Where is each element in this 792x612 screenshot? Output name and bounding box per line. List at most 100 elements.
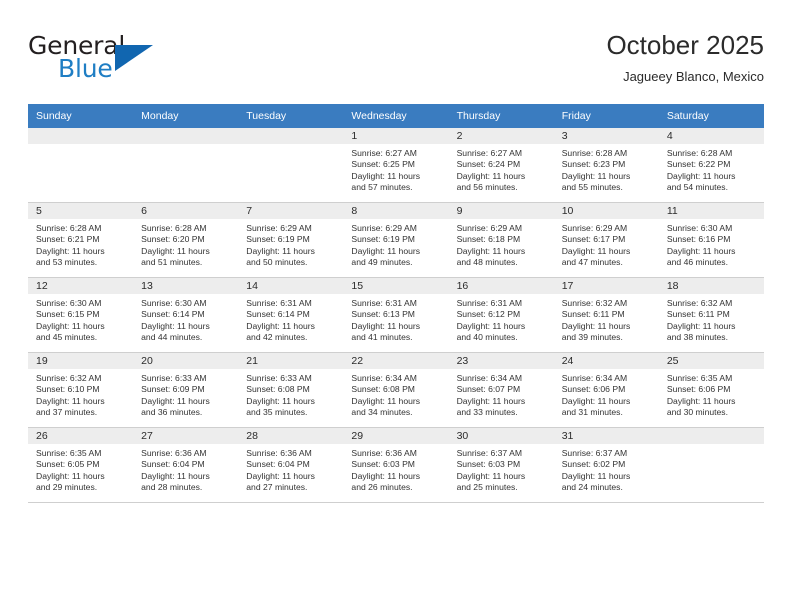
calendar-day-cell[interactable]: 3 Sunrise: 6:28 AM Sunset: 6:23 PM Daylight… xyxy=(553,128,659,203)
day-cell-inner: 27 Sunrise: 6:36 AM Sunset: 6:04 PM Dayligh… xyxy=(133,428,239,502)
calendar-day-cell[interactable]: 11 Sunrise: 6:30 AM Sunset: 6:16 PM Dayligh… xyxy=(658,202,764,278)
day-sunset-text: Sunset: 6:06 PM xyxy=(666,384,731,395)
day-number: 3 xyxy=(553,128,659,144)
calendar-day-cell[interactable]: 5 Sunrise: 6:28 AM Sunset: 6:21 PM Daylight… xyxy=(28,202,134,278)
day-sunset-text: Sunset: 6:11 PM xyxy=(561,309,625,320)
calendar-day-cell[interactable]: 20 Sunrise: 6:33 AM Sunset: 6:09 PM Dayligh… xyxy=(133,352,239,428)
calendar-day-cell[interactable]: 29 Sunrise: 6:36 AM Sunset: 6:03 PM Dayligh… xyxy=(343,427,449,503)
day-daylight-line1-text: Daylight: 11 hours xyxy=(36,470,105,481)
day-daylight-line2-text: and 54 minutes. xyxy=(666,182,728,193)
day-cell-details: Sunrise: 6:36 AM Sunset: 6:03 PM Daylight:… xyxy=(343,444,448,494)
calendar-day-cell[interactable]: 10 Sunrise: 6:29 AM Sunset: 6:17 PM Dayligh… xyxy=(553,202,659,278)
day-sunrise-text: Sunrise: 6:35 AM xyxy=(36,448,102,458)
day-sunrise-text: Sunrise: 6:36 AM xyxy=(351,448,417,458)
day-sunset-text: Sunset: 6:07 PM xyxy=(456,384,521,395)
day-sunset-text: Sunset: 6:20 PM xyxy=(141,234,205,245)
day-number: 1 xyxy=(343,128,449,144)
calendar-day-cell[interactable]: 1 Sunrise: 6:27 AM Sunset: 6:25 PM Daylight… xyxy=(343,128,449,203)
day-number: 5 xyxy=(28,203,134,219)
day-sunrise-text: Sunrise: 6:30 AM xyxy=(141,298,207,308)
day-sunset-text: Sunset: 6:15 PM xyxy=(36,309,100,320)
day-daylight-line2-text: and 55 minutes. xyxy=(561,182,623,193)
calendar-day-cell[interactable]: 13 Sunrise: 6:30 AM Sunset: 6:14 PM Dayligh… xyxy=(133,277,239,353)
page-header: General Blue October 2025 Jagueey Blanco… xyxy=(28,28,764,98)
day-cell-inner: 20 Sunrise: 6:33 AM Sunset: 6:09 PM Dayligh… xyxy=(133,353,239,427)
day-daylight-line2-text: and 46 minutes. xyxy=(666,257,728,268)
day-number xyxy=(133,128,239,144)
calendar-day-cell[interactable]: 23 Sunrise: 6:34 AM Sunset: 6:07 PM Dayligh… xyxy=(448,352,554,428)
calendar-day-cell[interactable]: 9 Sunrise: 6:29 AM Sunset: 6:18 PM Daylight… xyxy=(448,202,554,278)
day-cell-inner: 23 Sunrise: 6:34 AM Sunset: 6:07 PM Dayligh… xyxy=(448,353,554,427)
calendar-day-cell[interactable]: 8 Sunrise: 6:29 AM Sunset: 6:19 PM Daylight… xyxy=(343,202,449,278)
day-sunset-text: Sunset: 6:22 PM xyxy=(666,159,731,170)
day-cell-inner: 19 Sunrise: 6:32 AM Sunset: 6:10 PM Dayligh… xyxy=(28,353,134,427)
day-sunset-text: Sunset: 6:08 PM xyxy=(351,384,415,395)
calendar-day-cell[interactable]: 22 Sunrise: 6:34 AM Sunset: 6:08 PM Dayligh… xyxy=(343,352,449,428)
day-daylight-line2-text: and 48 minutes. xyxy=(456,257,518,268)
day-sunrise-text: Sunrise: 6:31 AM xyxy=(246,298,312,308)
calendar-day-cell[interactable]: 19 Sunrise: 6:32 AM Sunset: 6:10 PM Dayligh… xyxy=(28,352,134,428)
calendar-day-cell[interactable]: 26 Sunrise: 6:35 AM Sunset: 6:05 PM Dayligh… xyxy=(28,427,134,503)
calendar-day-cell[interactable]: 6 Sunrise: 6:28 AM Sunset: 6:20 PM Daylight… xyxy=(133,202,239,278)
weekday-header-sunday: Sunday xyxy=(28,104,134,128)
calendar-day-cell[interactable]: 17 Sunrise: 6:32 AM Sunset: 6:11 PM Dayligh… xyxy=(553,277,659,353)
day-daylight-line2-text: and 42 minutes. xyxy=(246,332,308,343)
day-daylight-line1-text: Daylight: 11 hours xyxy=(351,245,421,256)
day-sunrise-text: Sunrise: 6:30 AM xyxy=(666,223,733,233)
day-number: 9 xyxy=(448,203,554,219)
day-daylight-line2-text: and 57 minutes. xyxy=(351,182,413,193)
day-sunset-text: Sunset: 6:02 PM xyxy=(561,459,626,470)
calendar-day-cell[interactable]: 30 Sunrise: 6:37 AM Sunset: 6:03 PM Dayligh… xyxy=(448,427,554,503)
day-cell-inner: 25 Sunrise: 6:35 AM Sunset: 6:06 PM Dayligh… xyxy=(658,353,764,427)
logo-text-blue: Blue xyxy=(58,54,113,83)
day-daylight-line1-text: Daylight: 11 hours xyxy=(561,245,631,256)
day-daylight-line1-text: Daylight: 11 hours xyxy=(36,395,105,406)
day-cell-details: Sunrise: 6:31 AM Sunset: 6:13 PM Daylight:… xyxy=(343,294,448,344)
day-sunset-text: Sunset: 6:11 PM xyxy=(666,309,730,320)
day-sunset-text: Sunset: 6:23 PM xyxy=(561,159,626,170)
calendar-day-cell[interactable]: 15 Sunrise: 6:31 AM Sunset: 6:13 PM Dayligh… xyxy=(343,277,449,353)
calendar-day-cell[interactable]: 16 Sunrise: 6:31 AM Sunset: 6:12 PM Dayligh… xyxy=(448,277,554,353)
calendar-day-cell[interactable]: 28 Sunrise: 6:36 AM Sunset: 6:04 PM Dayligh… xyxy=(238,427,344,503)
calendar-day-cell[interactable]: 2 Sunrise: 6:27 AM Sunset: 6:24 PM Daylight… xyxy=(448,128,554,203)
calendar-day-cell[interactable]: 18 Sunrise: 6:32 AM Sunset: 6:11 PM Dayligh… xyxy=(658,277,764,353)
calendar-day-cell[interactable]: 4 Sunrise: 6:28 AM Sunset: 6:22 PM Daylight… xyxy=(658,128,764,203)
day-daylight-line2-text: and 36 minutes. xyxy=(141,407,203,418)
day-cell-inner: 13 Sunrise: 6:30 AM Sunset: 6:14 PM Dayligh… xyxy=(133,278,239,352)
calendar-day-cell[interactable]: 21 Sunrise: 6:33 AM Sunset: 6:08 PM Dayligh… xyxy=(238,352,344,428)
calendar-day-cell[interactable]: 7 Sunrise: 6:29 AM Sunset: 6:19 PM Daylight… xyxy=(238,202,344,278)
day-sunset-text: Sunset: 6:25 PM xyxy=(351,159,415,170)
day-number xyxy=(238,128,344,144)
day-number: 21 xyxy=(238,353,344,369)
general-blue-logo[interactable]: General Blue xyxy=(28,32,198,90)
day-sunset-text: Sunset: 6:12 PM xyxy=(456,309,521,320)
day-cell-details: Sunrise: 6:29 AM Sunset: 6:19 PM Daylight:… xyxy=(238,219,343,269)
day-cell-details: Sunrise: 6:27 AM Sunset: 6:25 PM Daylight:… xyxy=(343,144,448,194)
weekday-header-friday: Friday xyxy=(553,104,659,128)
day-cell-inner: 9 Sunrise: 6:29 AM Sunset: 6:18 PM Daylight… xyxy=(448,203,554,277)
day-cell-details: Sunrise: 6:29 AM Sunset: 6:17 PM Daylight:… xyxy=(554,219,659,269)
day-daylight-line2-text: and 49 minutes. xyxy=(351,257,413,268)
day-sunset-text: Sunset: 6:04 PM xyxy=(246,459,310,470)
day-daylight-line1-text: Daylight: 11 hours xyxy=(141,470,210,481)
day-daylight-line2-text: and 34 minutes. xyxy=(351,407,413,418)
weekday-header-thursday: Thursday xyxy=(448,104,554,128)
calendar-day-cell[interactable]: 24 Sunrise: 6:34 AM Sunset: 6:06 PM Dayligh… xyxy=(553,352,659,428)
day-daylight-line1-text: Daylight: 11 hours xyxy=(141,320,210,331)
calendar-day-cell[interactable]: 14 Sunrise: 6:31 AM Sunset: 6:14 PM Dayligh… xyxy=(238,277,344,353)
day-number: 26 xyxy=(28,428,134,444)
day-cell-details: Sunrise: 6:33 AM Sunset: 6:09 PM Daylight:… xyxy=(133,369,238,419)
day-cell-inner xyxy=(133,128,239,202)
day-number: 27 xyxy=(133,428,239,444)
day-cell-inner: 4 Sunrise: 6:28 AM Sunset: 6:22 PM Daylight… xyxy=(658,128,764,202)
calendar-empty-cell xyxy=(133,128,239,203)
day-daylight-line1-text: Daylight: 11 hours xyxy=(351,320,421,331)
calendar-day-cell[interactable]: 27 Sunrise: 6:36 AM Sunset: 6:04 PM Dayligh… xyxy=(133,427,239,503)
calendar-day-cell[interactable]: 12 Sunrise: 6:30 AM Sunset: 6:15 PM Dayligh… xyxy=(28,277,134,353)
day-cell-details: Sunrise: 6:32 AM Sunset: 6:11 PM Daylight:… xyxy=(554,294,659,344)
calendar-day-cell[interactable]: 25 Sunrise: 6:35 AM Sunset: 6:06 PM Dayligh… xyxy=(658,352,764,428)
calendar-day-cell[interactable]: 31 Sunrise: 6:37 AM Sunset: 6:02 PM Dayligh… xyxy=(553,427,659,503)
day-daylight-line1-text: Daylight: 11 hours xyxy=(456,170,526,181)
calendar-empty-cell xyxy=(238,128,344,203)
day-sunset-text: Sunset: 6:21 PM xyxy=(36,234,100,245)
